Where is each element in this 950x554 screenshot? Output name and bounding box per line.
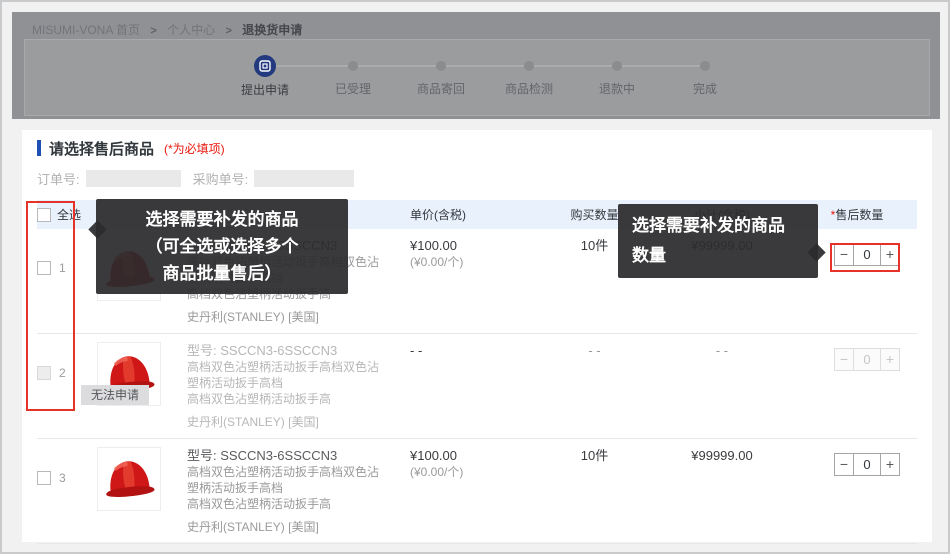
row-checkbox-disabled (37, 366, 51, 380)
breadcrumb: MISUMI-VONA 首页 > 个人中心 > 退换货申请 (32, 21, 302, 38)
step-label: 已受理 (309, 80, 397, 97)
step-refunding: 退款中 (573, 54, 661, 98)
breadcrumb-personal-center-link[interactable]: 个人中心 (167, 23, 215, 37)
section-title-bar: 请选择售后商品 (*为必填项) (37, 139, 917, 157)
product-brand: 史丹利(STANLEY) [美国] (187, 309, 382, 325)
step-goods-inspection: 商品检测 (485, 54, 573, 98)
service-qty-stepper: − 0 + (834, 243, 900, 266)
breadcrumb-home-link[interactable]: MISUMI-VONA 首页 (32, 23, 140, 37)
product-desc: 高档双色沾塑柄活动扳手高档双色沾塑柄活动扳手高档 (187, 359, 382, 391)
step-dot (612, 61, 622, 71)
step-label: 提出申请 (221, 81, 309, 98)
breadcrumb-separator: > (226, 25, 232, 37)
purchase-qty: - - (542, 342, 647, 359)
stepper-minus-button: − (834, 348, 854, 371)
red-helmet-image (98, 448, 160, 510)
unit-price: ¥100.00 (410, 447, 542, 464)
purchase-qty: 10件 (542, 447, 647, 464)
header-unit-price: 单价(含税) (402, 206, 542, 223)
product-desc: 高档双色沾塑柄活动扳手高 (187, 496, 382, 512)
cannot-apply-badge: 无法申请 (81, 385, 149, 405)
step-label: 商品寄回 (397, 80, 485, 97)
row-checkbox[interactable] (37, 261, 51, 275)
product-brand: 史丹利(STANLEY) [美国] (187, 519, 382, 535)
order-filter-form: 订单号: 采购单号: (37, 169, 917, 187)
page-title: 请选择售后商品 (49, 138, 154, 159)
row-index: 2 (59, 366, 66, 380)
step-submit-application: 提出申请 (221, 54, 309, 98)
service-qty-stepper-disabled: − 0 + (834, 348, 900, 371)
step-label: 完成 (661, 80, 749, 97)
tour-tooltip-quantity: 选择需要补发的商品 数量 (618, 204, 818, 278)
stepper-minus-button[interactable]: − (834, 243, 854, 266)
stepper-minus-button[interactable]: − (834, 453, 854, 476)
step-label: 退款中 (573, 80, 661, 97)
breadcrumb-current: 退换货申请 (242, 23, 302, 37)
row-index: 1 (59, 261, 66, 275)
step-dot (524, 61, 534, 71)
step-dot (436, 61, 446, 71)
unit-price: ¥100.00 (410, 237, 542, 254)
row-checkbox[interactable] (37, 471, 51, 485)
return-application-page: MISUMI-VONA 首页 > 个人中心 > 退换货申请 提出申请 已受理 (0, 0, 950, 554)
step-dot (700, 61, 710, 71)
product-image-box (97, 447, 161, 511)
step-label: 商品检测 (485, 80, 573, 97)
order-number-input[interactable] (86, 170, 181, 187)
subtotal: - - (647, 342, 797, 359)
step-dot (348, 61, 358, 71)
product-brand: 史丹利(STANLEY) [美国] (187, 414, 382, 430)
row-index: 3 (59, 471, 66, 485)
progress-steps: 提出申请 已受理 商品寄回 商品检测 退款中 (221, 54, 749, 98)
product-model: 型号: SSCCN3-6SSCCN3 (187, 447, 382, 464)
stepper-plus-button: + (880, 348, 900, 371)
product-desc: 高档双色沾塑柄活动扳手高档双色沾塑柄活动扳手高档 (187, 464, 382, 496)
table-row-disabled: 2 无法申请 型号: SSCCN3-6SSCCN3 高档双色沾塑柄活动扳手高档双… (37, 333, 917, 438)
subtotal: ¥99999.00 (647, 447, 797, 464)
product-image-box: 无法申请 (97, 342, 161, 406)
stepper-plus-button[interactable]: + (880, 243, 900, 266)
select-all-checkbox[interactable] (37, 208, 51, 222)
title-accent-bar (37, 140, 41, 156)
product-desc: 高档双色沾塑柄活动扳手高 (187, 391, 382, 407)
stepper-value-input: 0 (854, 348, 880, 371)
purchase-number-input[interactable] (254, 170, 354, 187)
stepper-plus-button[interactable]: + (880, 453, 900, 476)
step-complete: 完成 (661, 54, 749, 98)
tour-tooltip-select-goods: 选择需要补发的商品 （可全选或选择多个 商品批量售后） (96, 199, 348, 294)
stepper-value-input[interactable]: 0 (854, 243, 880, 266)
select-service-goods-panel: 请选择售后商品 (*为必填项) 订单号: 采购单号: 全选 单价(含税) 购买数… (22, 130, 932, 542)
product-model: 型号: SSCCN3-6SSCCN3 (187, 342, 382, 359)
unit-price-per-piece: (¥0.00/个) (410, 254, 542, 270)
table-row: 3 型号: SSCCN3-6SSCCN3 高档双色沾塑柄活动扳手高档双色沾塑柄活… (37, 438, 917, 543)
dimmed-header-overlay: MISUMI-VONA 首页 > 个人中心 > 退换货申请 提出申请 已受理 (12, 12, 940, 119)
order-number-label: 订单号: (37, 169, 80, 188)
application-form-icon (254, 55, 276, 77)
purchase-number-label: 采购单号: (193, 169, 249, 188)
unit-price: - - (410, 342, 542, 359)
progress-steps-panel: 提出申请 已受理 商品寄回 商品检测 退款中 (24, 39, 930, 116)
service-qty-stepper: − 0 + (834, 453, 900, 476)
step-accepted: 已受理 (309, 54, 397, 98)
step-goods-returned: 商品寄回 (397, 54, 485, 98)
breadcrumb-separator: > (150, 25, 156, 37)
stepper-value-input[interactable]: 0 (854, 453, 880, 476)
unit-price-per-piece: (¥0.00/个) (410, 464, 542, 480)
select-all-label: 全选 (57, 206, 81, 223)
required-note: (*为必填项) (164, 140, 225, 157)
